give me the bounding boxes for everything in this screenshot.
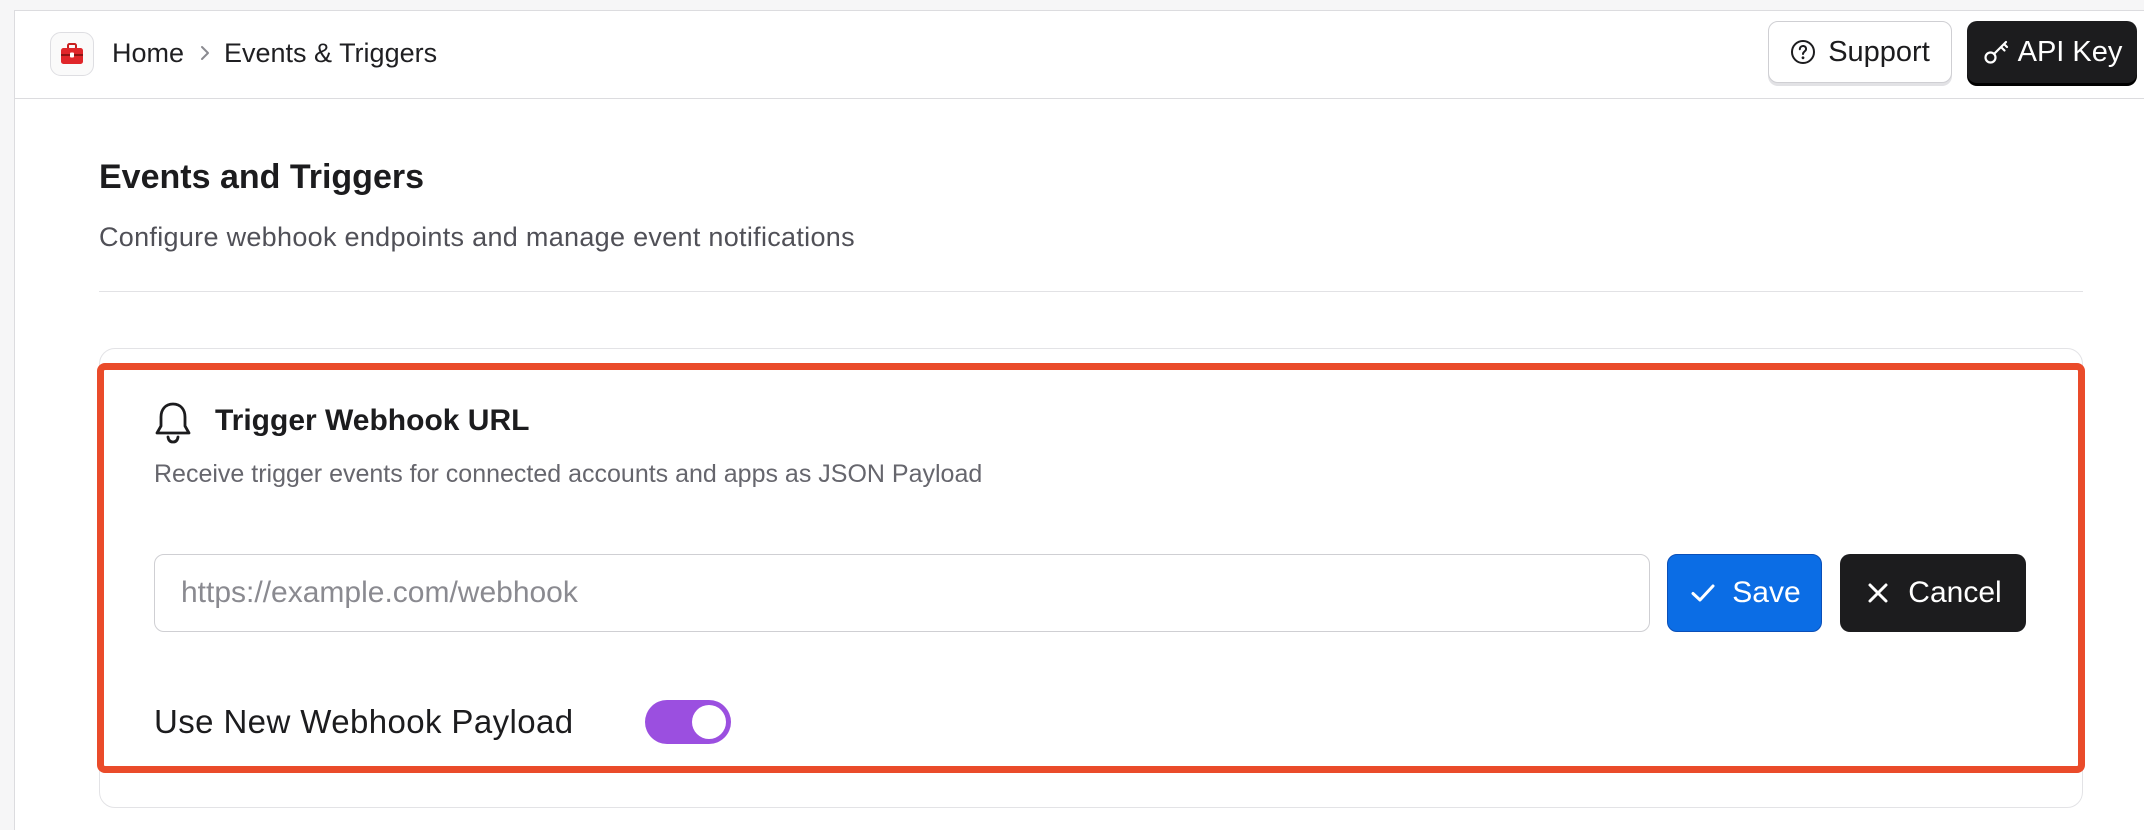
key-icon: [1984, 40, 2008, 64]
question-circle-icon: [1791, 40, 1816, 64]
breadcrumb-current: Events & Triggers: [224, 38, 438, 68]
page-subtitle: Configure webhook endpoints and manage e…: [99, 222, 855, 252]
cancel-button[interactable]: Cancel: [1840, 554, 2026, 632]
webhook-section-title: Trigger Webhook URL: [215, 404, 530, 437]
save-button[interactable]: Save: [1667, 554, 1822, 632]
cancel-button-label: Cancel: [1908, 576, 2002, 609]
chevron-right-icon: [201, 46, 209, 60]
app-logo[interactable]: [50, 32, 94, 76]
close-icon: [1868, 583, 1888, 603]
toggle-knob: [692, 705, 726, 739]
page-title: Events and Triggers: [99, 158, 424, 196]
api-key-button-label: API Key: [2017, 35, 2123, 68]
webhook-url-input[interactable]: [154, 554, 1650, 632]
toolbox-icon: [61, 43, 83, 64]
new-payload-toggle-label: Use New Webhook Payload: [154, 703, 574, 740]
save-button-label: Save: [1732, 576, 1801, 609]
support-button[interactable]: Support: [1768, 21, 1952, 83]
breadcrumb-home-link[interactable]: Home: [112, 35, 184, 71]
support-button-label: Support: [1828, 35, 1930, 68]
app-frame: Home Events & Triggers Support API Key E…: [14, 10, 2144, 830]
check-icon: [1691, 584, 1715, 602]
webhook-section-description: Receive trigger events for connected acc…: [154, 460, 983, 488]
section-divider: [99, 291, 2083, 292]
top-bar: Home Events & Triggers Support API Key: [15, 11, 2144, 99]
new-payload-toggle[interactable]: [645, 700, 731, 744]
api-key-button[interactable]: API Key: [1967, 21, 2137, 83]
bell-icon: [155, 402, 191, 444]
